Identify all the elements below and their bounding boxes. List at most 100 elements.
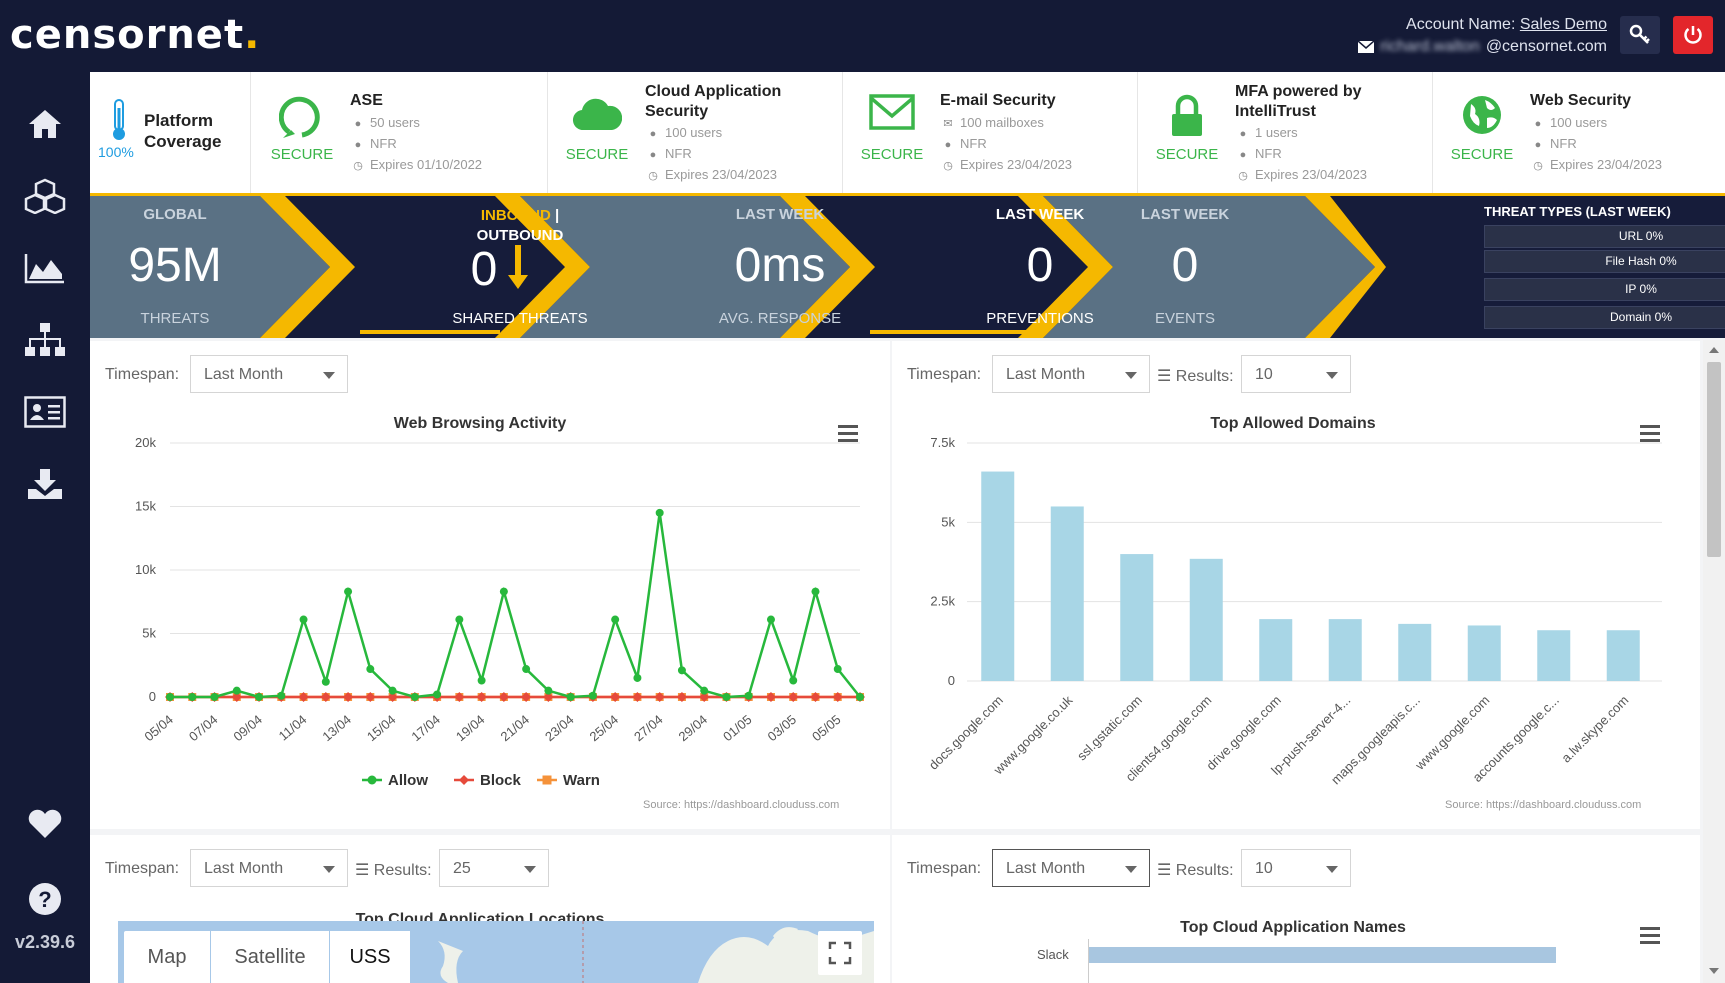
- data-point-allow: [321, 677, 330, 686]
- map-tab-map[interactable]: Map: [124, 931, 210, 983]
- results-select[interactable]: 10: [1241, 849, 1351, 887]
- censornet-logo[interactable]: censornet.: [10, 12, 260, 58]
- y-tick-label: 15k: [135, 499, 156, 514]
- logout-button[interactable]: [1673, 16, 1713, 54]
- x-tick-label: 23/04: [542, 712, 577, 744]
- product-mfa[interactable]: SECURE MFA powered by IntelliTrust ● 1 us…: [1147, 72, 1437, 193]
- product-name: Web Security: [1530, 92, 1632, 109]
- account-name-link[interactable]: Sales Demo: [1520, 16, 1607, 33]
- data-point-allow: [232, 686, 241, 695]
- scroll-up-icon[interactable]: [1709, 347, 1719, 353]
- map-tab-uss[interactable]: USS: [330, 931, 410, 983]
- product-license: NFR: [370, 136, 397, 151]
- bar: [981, 471, 1015, 681]
- timespan-select[interactable]: Last Month: [190, 355, 348, 393]
- chart-menu-button[interactable]: [1640, 927, 1660, 948]
- x-tick-label: 03/05: [765, 712, 800, 744]
- platform-title-line2: Coverage: [144, 132, 222, 151]
- divider: [1432, 72, 1433, 193]
- product-name: ASE: [350, 92, 383, 109]
- cubes-icon: [24, 178, 66, 214]
- inbound-toggle[interactable]: INBOUND: [481, 207, 551, 224]
- stat-events[interactable]: LAST WEEK 0 EVENTS: [1005, 196, 1365, 338]
- top-domains-panel: Timespan: Last Month ☰ Results: 10 Top A…: [892, 341, 1700, 829]
- series-line-allow: [170, 512, 861, 699]
- product-ase[interactable]: SECURE ASE ● 50 users ● NFR ◷ Expires 01/10…: [262, 72, 552, 193]
- x-tick-label: 17/04: [408, 712, 443, 744]
- email-user: richard.walton: [1380, 38, 1480, 55]
- y-tick-label: 7.5k: [930, 435, 955, 450]
- product-email-security[interactable]: SECURE E-mail Security ✉ 100 mailboxes ● N…: [852, 72, 1142, 193]
- home-icon: [29, 110, 61, 138]
- stat-label: GLOBAL: [143, 206, 207, 223]
- product-license: NFR: [665, 146, 692, 161]
- stat-value: 95M: [128, 239, 222, 292]
- results-select[interactable]: 25: [439, 849, 549, 887]
- data-point-allow: [499, 587, 508, 596]
- scroll-down-icon[interactable]: [1709, 968, 1719, 974]
- data-point-allow: [744, 691, 753, 700]
- sidebar-item-downloads[interactable]: [20, 462, 70, 506]
- data-point-allow: [766, 615, 775, 624]
- stat-value: 0: [1171, 239, 1199, 292]
- source-link[interactable]: Source: https://dashboard.clouduss.com: [643, 799, 839, 811]
- bar: [1259, 619, 1293, 681]
- download-icon: [28, 469, 62, 499]
- product-strip: 100% Platform Coverage SECURE ASE ● 50 us…: [90, 72, 1725, 196]
- bar-slack[interactable]: [1088, 947, 1556, 963]
- user-icon: ●: [354, 118, 362, 130]
- data-point-allow: [410, 693, 419, 701]
- legend-marker-warn: [542, 775, 552, 785]
- data-point-allow: [655, 508, 664, 517]
- map-tab-satellite[interactable]: Satellite: [211, 931, 329, 983]
- threat-type-domain: Domain 0%: [1484, 306, 1725, 329]
- clock-icon: ◷: [648, 170, 658, 182]
- source-link[interactable]: Source: https://dashboard.clouduss.com: [1445, 799, 1641, 811]
- data-point-allow: [366, 665, 375, 674]
- legend-marker-block: [459, 775, 469, 785]
- fullscreen-button[interactable]: [818, 931, 862, 975]
- timespan-select[interactable]: Last Month: [992, 849, 1150, 887]
- clock-icon: ◷: [1533, 160, 1543, 172]
- product-mailboxes: 100 mailboxes: [960, 115, 1044, 130]
- scrollbar-thumb[interactable]: [1707, 362, 1721, 557]
- x-tick-label: drive.google.com: [1203, 693, 1284, 774]
- divider: [547, 72, 548, 193]
- stat-global-threats[interactable]: GLOBAL 95M THREATS: [90, 196, 260, 338]
- sidebar-item-favourites[interactable]: [20, 802, 70, 846]
- timespan-select[interactable]: Last Month: [190, 849, 348, 887]
- sidebar-item-hierarchy[interactable]: [20, 318, 70, 362]
- sidebar-item-home[interactable]: [20, 102, 70, 146]
- sidebar-item-users[interactable]: [20, 390, 70, 434]
- page-scrollbar[interactable]: [1703, 340, 1725, 983]
- results-select[interactable]: 10: [1241, 355, 1351, 393]
- sitemap-icon: [25, 323, 65, 356]
- chevron-down-icon: [1326, 372, 1338, 379]
- product-web-security[interactable]: SECURE Web Security ● 100 users ● NFR ◷ Exp…: [1442, 72, 1722, 193]
- threat-type-ip: IP 0%: [1484, 278, 1725, 301]
- license-icon: ●: [944, 139, 952, 151]
- data-point-allow: [277, 691, 286, 700]
- key-button[interactable]: [1620, 16, 1660, 54]
- timespan-select[interactable]: Last Month: [992, 355, 1150, 393]
- data-point-allow: [299, 615, 308, 624]
- threat-type-url: URL 0%: [1484, 225, 1725, 248]
- license-icon: ●: [1534, 139, 1542, 151]
- key-icon: [1629, 24, 1650, 44]
- sidebar-item-help[interactable]: ?: [20, 877, 70, 921]
- x-tick-label: a.lw.skype.com: [1558, 693, 1631, 766]
- map-view[interactable]: Map Satellite USS: [118, 921, 874, 983]
- product-cloud-application-security[interactable]: SECURE Cloud Application Security ● 100 u…: [557, 72, 847, 193]
- x-tick-label: docs.google.com: [926, 693, 1006, 773]
- product-name: MFA powered by IntelliTrust: [1235, 83, 1362, 120]
- sidebar-item-products[interactable]: [20, 174, 70, 218]
- data-point-allow: [455, 615, 464, 624]
- status-badge: SECURE: [270, 146, 334, 163]
- data-point-allow: [188, 693, 197, 701]
- license-icon: ●: [354, 139, 362, 151]
- help-icon: ?: [29, 883, 61, 915]
- x-tick-label: www.google.com: [1412, 693, 1493, 774]
- x-tick-label: ssl.gstatic.com: [1074, 693, 1145, 764]
- sidebar-item-reports[interactable]: [20, 246, 70, 290]
- platform-coverage[interactable]: 100% Platform Coverage: [90, 72, 250, 193]
